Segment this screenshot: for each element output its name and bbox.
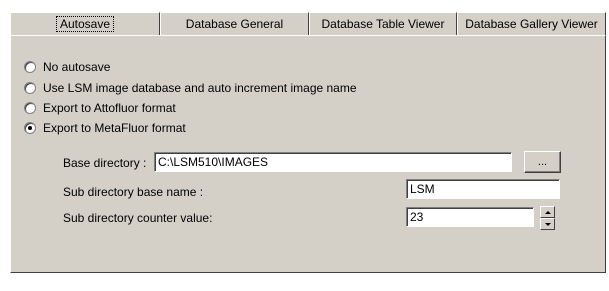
- sub-directory-base-name-input[interactable]: [406, 179, 560, 199]
- radio-label: Use LSM image database and auto incremen…: [43, 81, 357, 95]
- tab-bar: Autosave Database General Database Table…: [10, 12, 606, 36]
- spin-down-button[interactable]: [540, 218, 555, 230]
- tab-database-table-viewer[interactable]: Database Table Viewer: [309, 12, 457, 35]
- tab-autosave-label: Autosave: [55, 16, 115, 32]
- radio-no-autosave[interactable]: No autosave: [24, 59, 110, 75]
- arrow-up-icon: [544, 210, 551, 214]
- base-directory-label: Base directory :: [63, 156, 147, 170]
- radio-button[interactable]: [24, 82, 36, 94]
- radio-use-lsm-database[interactable]: Use LSM image database and auto incremen…: [24, 80, 357, 96]
- radio-button[interactable]: [24, 61, 36, 73]
- tab-autosave[interactable]: Autosave: [10, 12, 160, 35]
- tab-database-table-viewer-label: Database Table Viewer: [321, 17, 445, 31]
- radio-label: Export to Attofluor format: [43, 101, 176, 115]
- sub-directory-base-name-label: Sub directory base name :: [63, 185, 204, 199]
- radio-label: Export to MetaFluor format: [43, 121, 186, 135]
- spin-up-button[interactable]: [540, 206, 555, 218]
- browse-button[interactable]: ...: [524, 151, 561, 173]
- radio-button-checked[interactable]: [24, 122, 36, 134]
- sub-directory-counter-input[interactable]: [406, 207, 534, 227]
- arrow-down-icon: [544, 222, 551, 226]
- sub-directory-counter-label: Sub directory counter value:: [63, 211, 213, 225]
- tab-database-gallery-viewer-label: Database Gallery Viewer: [465, 17, 598, 31]
- radio-export-metafluor[interactable]: Export to MetaFluor format: [24, 120, 186, 136]
- tab-database-general-label: Database General: [185, 17, 284, 31]
- radio-button[interactable]: [24, 102, 36, 114]
- counter-spinner: [540, 206, 555, 230]
- radio-export-attofluor[interactable]: Export to Attofluor format: [24, 100, 176, 116]
- tab-database-general[interactable]: Database General: [160, 12, 309, 35]
- radio-label: No autosave: [43, 60, 111, 74]
- base-directory-input[interactable]: [154, 152, 512, 172]
- tab-database-gallery-viewer[interactable]: Database Gallery Viewer: [457, 12, 606, 35]
